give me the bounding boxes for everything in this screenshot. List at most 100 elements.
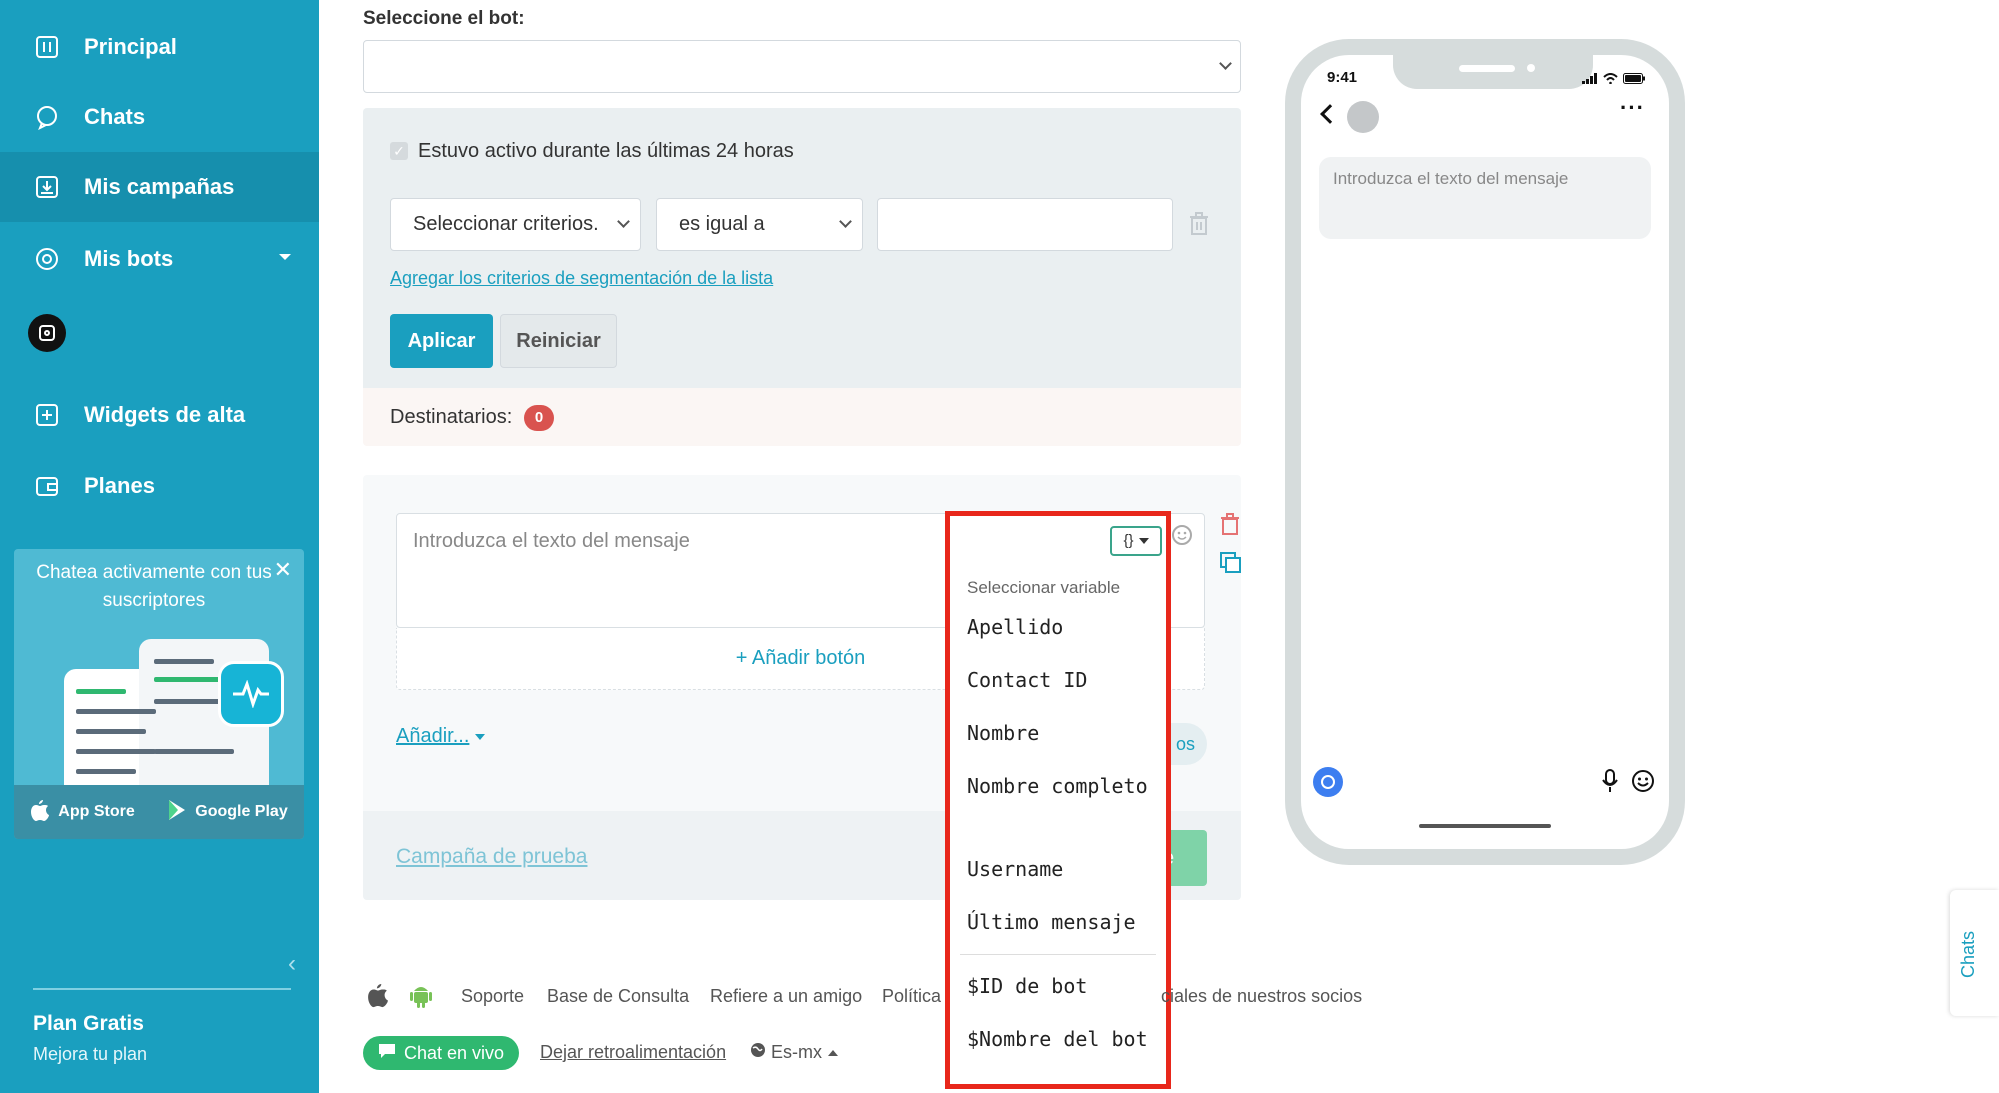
active-24h-label: Estuvo activo durante las últimas 24 hor… (418, 140, 794, 162)
live-chat-label: Chat en vivo (403, 1042, 505, 1063)
phone-input-bar (1313, 763, 1657, 803)
footer-link[interactable]: Refiere a un amigo (710, 986, 862, 1007)
microphone-icon (1601, 769, 1619, 798)
recipients-label: Destinatarios: (390, 406, 513, 428)
braces-icon: {} (1123, 532, 1134, 549)
bot-select[interactable] (363, 40, 1241, 93)
campaign-icon (34, 174, 60, 200)
wallet-icon (34, 473, 60, 499)
filter-panel: ✓ Estuvo activo durante las últimas 24 h… (363, 108, 1241, 388)
add-menu-link[interactable]: Añadir... (396, 725, 486, 748)
variable-dropdown: {} Seleccionar variable Apellido Contact… (945, 511, 1171, 1089)
add-segment-criteria-link[interactable]: Agregar los criterios de segmentación de… (390, 268, 773, 289)
phone-notch (1393, 55, 1593, 89)
caret-down-icon (475, 733, 486, 740)
footer-link[interactable]: Política (882, 986, 941, 1007)
footer-link[interactable]: Soporte (461, 986, 524, 1007)
feedback-link[interactable]: Dejar retroalimentación (540, 1042, 726, 1063)
language-selector[interactable]: Es-mx (750, 1042, 839, 1063)
signal-icon (1582, 71, 1598, 89)
criteria-select-value: Seleccionar criterios. (413, 213, 599, 235)
operator-select[interactable]: es igual a (656, 198, 863, 251)
variable-option[interactable]: Apellido (967, 612, 1157, 642)
bot-variable-option[interactable]: $ID de bot (967, 971, 1157, 1001)
divider (33, 988, 291, 990)
camera-dot (1527, 64, 1535, 72)
message-preview-bubble: Introduzca el texto del mensaje (1319, 157, 1651, 239)
copy-icon[interactable] (1220, 552, 1242, 574)
google-play-label: Google Play (195, 803, 288, 820)
app-store-label: App Store (58, 803, 135, 820)
trash-icon[interactable] (1189, 212, 1209, 236)
pulse-icon (218, 661, 284, 727)
operator-select-value: es igual a (679, 213, 765, 235)
phone-screen: 9:41 ··· Introduzca el texto del mensaje (1301, 55, 1669, 849)
chevron-down-icon[interactable] (279, 254, 291, 260)
back-arrow-icon[interactable] (1320, 104, 1340, 124)
active-24h-checkbox[interactable]: ✓ (390, 142, 408, 160)
more-icon[interactable]: ··· (1620, 95, 1645, 121)
android-icon[interactable] (409, 982, 433, 1013)
wifi-icon (1603, 71, 1618, 89)
footer-link[interactable]: Base de Consulta (547, 986, 689, 1007)
close-icon[interactable]: ✕ (274, 559, 292, 581)
bot-variable-option[interactable]: $Nombre del bot (967, 1024, 1157, 1054)
google-play-icon (167, 799, 187, 826)
chat-icon (378, 1043, 396, 1064)
sidebar-item-label: Mis bots (84, 246, 174, 271)
delete-message-icon[interactable] (1220, 513, 1240, 535)
language-label: Es-mx (771, 1042, 823, 1062)
side-tab-label: Chats (1958, 930, 1978, 978)
app-store-link[interactable]: App Store (30, 799, 135, 826)
variable-option[interactable]: Último mensaje (967, 907, 1157, 937)
chevron-down-icon (617, 215, 630, 228)
variable-option[interactable]: Username (967, 854, 1157, 884)
collapse-sidebar-icon[interactable]: ‹ (288, 950, 296, 978)
plan-title: Plan Gratis (33, 1012, 144, 1035)
promo-text: Chatea activamente con tus suscriptores (36, 562, 272, 611)
emoji-icon (1631, 769, 1655, 798)
status-time: 9:41 (1327, 69, 1358, 86)
sidebar-item-label: Chats (84, 104, 146, 129)
criteria-value-input[interactable] (877, 198, 1173, 251)
chevron-down-icon (1219, 57, 1232, 70)
footer-link[interactable]: ciales de nuestros socios (1161, 986, 1362, 1007)
emoji-icon[interactable] (1171, 524, 1193, 546)
apple-icon[interactable] (367, 982, 389, 1013)
sidebar-item-widgets[interactable]: Widgets de alta (0, 380, 319, 450)
app-promo-card: Chatea activamente con tus suscriptores … (14, 549, 304, 839)
sidebar-item-chats[interactable]: Chats (0, 82, 319, 152)
add-menu-label: Añadir... (396, 725, 470, 747)
sidebar-item-bots[interactable]: Mis bots (0, 224, 319, 294)
variable-option[interactable]: Contact ID (967, 665, 1157, 695)
sidebar-item-label: Widgets de alta (84, 402, 246, 427)
dropdown-header: Seleccionar variable (967, 578, 1121, 597)
avatar (1347, 101, 1379, 133)
sidebar-item-label: Mis campañas (84, 174, 235, 199)
globe-icon (750, 1042, 771, 1062)
message-placeholder: Introduzca el texto del mensaje (413, 530, 690, 552)
google-play-link[interactable]: Google Play (167, 799, 288, 826)
phone-preview: 9:41 ··· Introduzca el texto del mensaje (1285, 39, 1685, 865)
sidebar-item-plans[interactable]: Planes (0, 451, 319, 521)
reset-button[interactable]: Reiniciar (500, 314, 617, 368)
speaker (1459, 65, 1515, 72)
variable-toggle-button[interactable]: {} (1110, 526, 1162, 556)
chats-side-tab[interactable]: Chats (1950, 890, 1999, 1016)
upgrade-plan-link[interactable]: Mejora tu plan (33, 1044, 147, 1065)
criteria-select[interactable]: Seleccionar criterios. (390, 198, 641, 251)
sidebar-item-campaigns[interactable]: Mis campañas (0, 152, 319, 222)
divider (960, 954, 1156, 955)
variable-option[interactable]: Nombre (967, 718, 1157, 748)
variable-option[interactable]: Nombre completo (967, 771, 1157, 801)
widget-icon (34, 402, 60, 428)
bot-avatar[interactable] (28, 314, 66, 352)
store-bar: App Store Google Play (14, 785, 304, 839)
dashboard-icon (34, 34, 60, 60)
sidebar-item-principal[interactable]: Principal (0, 12, 319, 82)
apply-button[interactable]: Aplicar (390, 314, 493, 368)
apple-icon (30, 799, 50, 826)
test-campaign-link[interactable]: Campaña de prueba (396, 845, 587, 869)
bot-select-label: Seleccione el bot: (363, 8, 525, 29)
live-chat-button[interactable]: Chat en vivo (363, 1036, 519, 1070)
